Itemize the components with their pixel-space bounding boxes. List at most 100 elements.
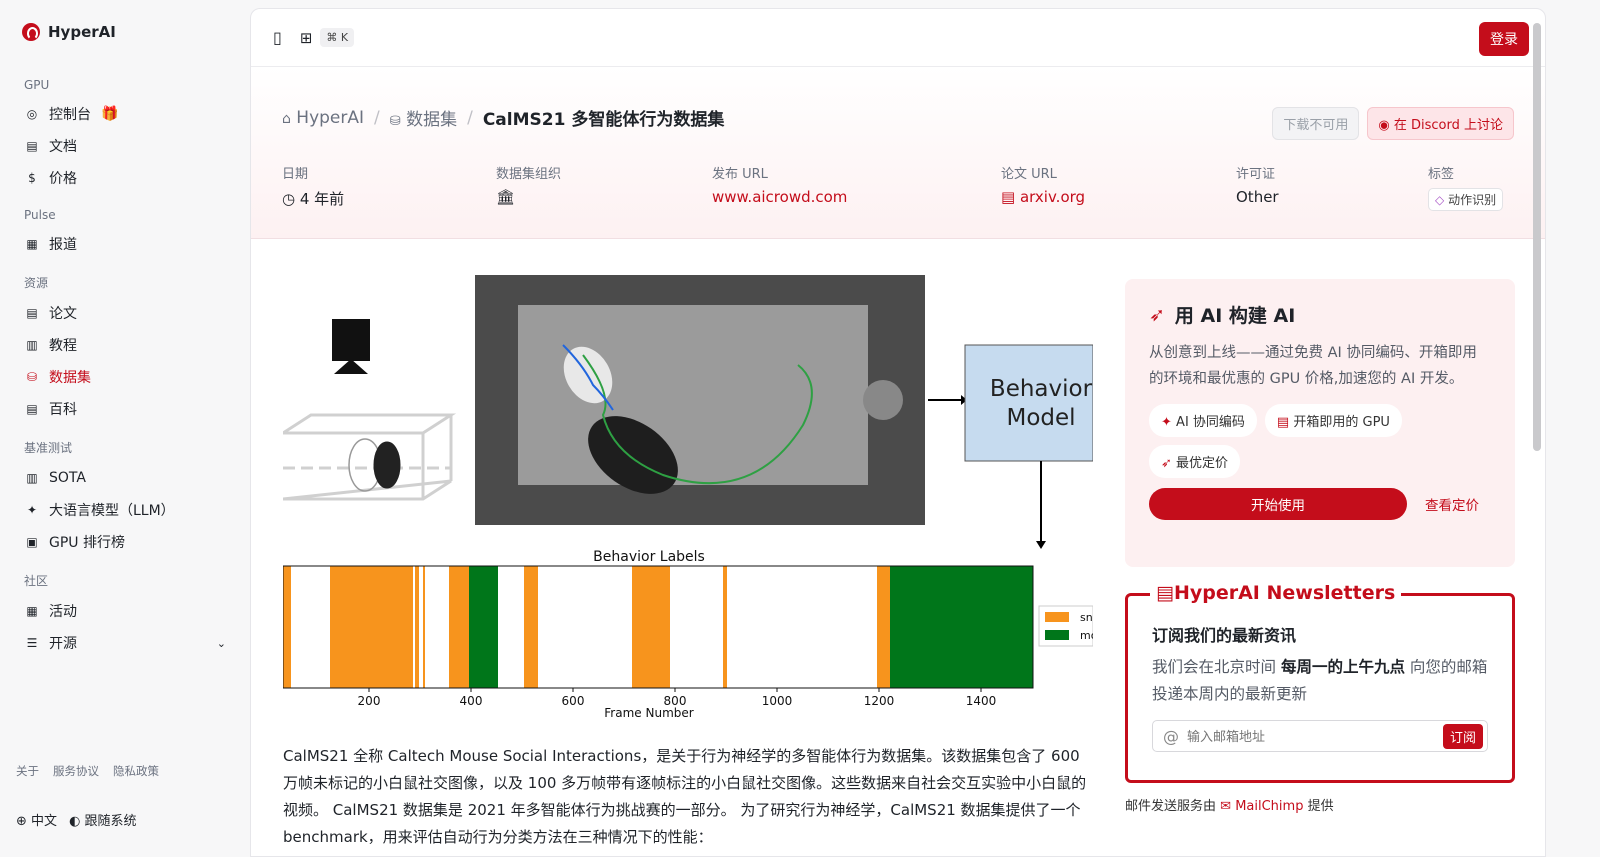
- get-started-button[interactable]: 开始使用: [1149, 488, 1407, 520]
- hyperai-logo-icon: [22, 23, 40, 41]
- release-url-link[interactable]: www.aicrowd.com: [712, 188, 847, 206]
- x-axis-label: Frame Number: [604, 706, 693, 720]
- at-icon: @: [1163, 726, 1179, 746]
- meta-paper: 论文 URL ▤ arxiv.org: [1001, 167, 1086, 206]
- x-tick-label: 1000: [762, 694, 793, 708]
- breadcrumb-datasets[interactable]: ⛁ 数据集: [390, 105, 457, 130]
- sidebar-item-events[interactable]: ▦ 活动: [16, 595, 234, 627]
- promo-title: ➶ 用 AI 构建 AI: [1149, 303, 1296, 328]
- section-pulse: Pulse: [24, 208, 56, 222]
- institution-icon: 🏛: [496, 188, 516, 206]
- home-icon: ⌂: [282, 110, 291, 127]
- scrollbar[interactable]: [1533, 23, 1541, 451]
- page-title: CalMS21 多智能体行为数据集: [482, 110, 725, 130]
- tag-badge[interactable]: ◇ 动作识别: [1428, 188, 1504, 211]
- sidebar-item-sota[interactable]: ▥ SOTA: [16, 462, 234, 494]
- brand[interactable]: HyperAI: [16, 0, 234, 64]
- behavior-band: [524, 566, 538, 688]
- subscribe-button[interactable]: 订阅: [1442, 723, 1483, 749]
- behavior-band: [415, 566, 419, 688]
- calendar-icon: ▦: [26, 604, 38, 618]
- command-menu[interactable]: ⊞ ⌘ K: [299, 28, 355, 47]
- mailchimp-note: 邮件发送服务由 ✉ MailChimp 提供: [1125, 799, 1334, 814]
- promo-card: ➶ 用 AI 构建 AI 从创意到上线——通过免费 AI 协同编码、开箱即用的环境…: [1125, 279, 1515, 567]
- sidebar-item-wiki[interactable]: ▤ 百科: [16, 393, 234, 425]
- newsletter-icon: ▤: [1156, 582, 1174, 604]
- gauge-icon: ◎: [26, 107, 38, 121]
- section-community: 社区: [24, 574, 49, 588]
- model-box-line2: Model: [1006, 405, 1075, 431]
- login-button[interactable]: 登录: [1479, 22, 1529, 56]
- sparkle-icon: ✦: [26, 503, 38, 517]
- newsletter-card: ▤HyperAI Newsletters 订阅我们的最新资讯 我们会在北京时间 …: [1125, 582, 1515, 783]
- x-tick-label: 600: [562, 694, 585, 708]
- email-input[interactable]: [1187, 728, 1443, 744]
- behavior-band: [890, 566, 1033, 688]
- sparkle-icon: ✦: [1161, 415, 1172, 430]
- news-icon: ▦: [26, 237, 38, 251]
- dataset-header: ⌂ HyperAI / ⛁ 数据集 / CalMS21 多智能体行为数据集 下载…: [251, 67, 1545, 239]
- sidebar-item-docs[interactable]: ▤ 文档: [16, 130, 234, 162]
- chip-icon: ▣: [26, 535, 38, 549]
- arena-sensor: [863, 380, 903, 420]
- tag-icon: ◇: [1435, 193, 1445, 207]
- language-switch[interactable]: ⊕ 中文: [16, 810, 57, 829]
- sidebar-item-console[interactable]: ◎ 控制台 🎁: [16, 98, 234, 130]
- list-icon: ☰: [26, 636, 38, 650]
- feature-chip: ▤ 开箱即用的 GPU: [1264, 404, 1402, 437]
- sidebar-item-tutorials[interactable]: ▥ 教程: [16, 329, 234, 361]
- download-button[interactable]: 下载不可用: [1272, 107, 1360, 140]
- x-tick-label: 200: [358, 694, 381, 708]
- x-tick-label: 400: [460, 694, 483, 708]
- main-content: ▯ ⊞ ⌘ K 登录 ⌂ HyperAI / ⛁ 数据集 / CalMS21 多智…: [250, 8, 1546, 857]
- promo-text: 从创意到上线——通过免费 AI 协同编码、开箱即用的环境和最优惠的 GPU 价格…: [1149, 345, 1477, 387]
- meta-tags: 标签 ◇ 动作识别: [1428, 163, 1504, 211]
- sidebar-item-opensource[interactable]: ☰ 开源 ⌄: [16, 627, 234, 659]
- bar-chart-icon: ▥: [26, 471, 38, 485]
- dataset-figure: Behavior Model Behavior Labels 200 400 600…: [283, 265, 1093, 723]
- dollar-icon: $: [28, 171, 36, 185]
- sidebar-item-llm[interactable]: ✦ 大语言模型（LLM）: [16, 494, 234, 526]
- sidebar-item-news[interactable]: ▦ 报道: [16, 228, 234, 260]
- dataset-meta: 日期 ◷ 4 年前 数据集组织 🏛 发布 URL www.aicrowd.com…: [282, 163, 1514, 213]
- view-pricing-link[interactable]: 查看定价: [1425, 494, 1479, 514]
- apps-icon: ⊞: [299, 28, 313, 47]
- legend-item: mo: [1080, 629, 1093, 642]
- topbar: ▯ ⊞ ⌘ K 登录: [251, 9, 1545, 67]
- email-field: @ 订阅: [1152, 720, 1488, 752]
- book-icon: ▤: [26, 139, 38, 153]
- section-resources: 资源: [24, 276, 49, 290]
- privacy-link[interactable]: 隐私政策: [113, 763, 159, 779]
- sidebar-item-datasets[interactable]: ⛁ 数据集: [16, 361, 234, 393]
- sidebar-toggle-icon[interactable]: ▯: [273, 28, 282, 47]
- server-icon: ▤: [1276, 415, 1290, 430]
- sidebar-item-gpu-leaderboard[interactable]: ▣ GPU 排行榜: [16, 526, 234, 558]
- breadcrumb-separator: /: [374, 107, 380, 128]
- theme-switch[interactable]: ◐ 跟随系统: [69, 810, 137, 829]
- database-icon: ⛁: [26, 370, 38, 384]
- terms-link[interactable]: 服务协议: [53, 763, 99, 779]
- behavior-band: [283, 566, 291, 688]
- mailchimp-link[interactable]: MailChimp: [1235, 799, 1303, 814]
- behavior-band: [723, 566, 727, 688]
- discord-button[interactable]: ◉ 在 Discord 上讨论: [1367, 107, 1514, 140]
- meta-url: 发布 URL www.aicrowd.com: [712, 167, 848, 206]
- dataset-description: CalMS21 全称 Caltech Mouse Social Interact…: [283, 747, 1087, 846]
- section-gpu: GPU: [24, 78, 50, 92]
- tutorial-icon: ▥: [26, 338, 38, 352]
- feature-chip: ➶ 最优定价: [1149, 445, 1241, 478]
- about-link[interactable]: 关于: [16, 763, 39, 779]
- behavior-band: [330, 566, 413, 688]
- mail-icon: ✉: [1220, 799, 1232, 814]
- behavior-band: [449, 566, 469, 688]
- theme-icon: ◐: [69, 814, 81, 829]
- rocket-icon: ➶: [1149, 303, 1165, 326]
- discord-icon: ◉: [1378, 118, 1390, 133]
- paper-url-link[interactable]: ▤ arxiv.org: [1001, 188, 1085, 206]
- sidebar-item-papers[interactable]: ▤ 论文: [16, 297, 234, 329]
- rocket-icon: ➶: [1161, 456, 1172, 471]
- x-tick-label: 1400: [966, 694, 997, 708]
- breadcrumb-home[interactable]: ⌂ HyperAI: [282, 108, 364, 128]
- sidebar-settings: ⊕ 中文 ◐ 跟随系统: [16, 810, 137, 829]
- sidebar-item-pricing[interactable]: $ 价格: [16, 162, 234, 194]
